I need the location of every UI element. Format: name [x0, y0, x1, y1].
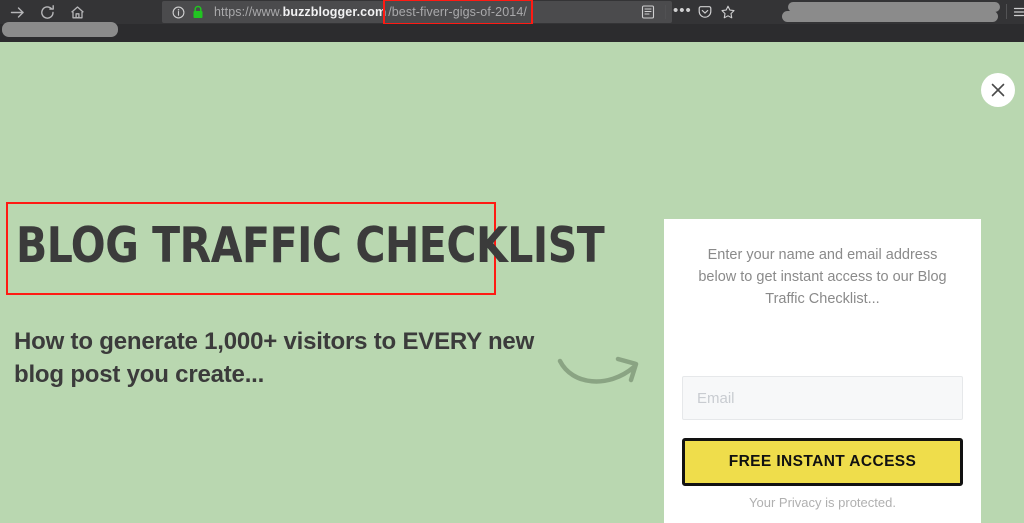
green-padlock-icon[interactable] — [192, 5, 204, 19]
url-path-highlighted: /best-fiverr-gigs-of-2014/ — [383, 0, 533, 25]
curved-arrow-right-icon — [556, 347, 652, 399]
red-annotation-box-headline: BLOG TRAFFIC CHECKLIST — [6, 202, 605, 295]
reload-icon — [39, 4, 56, 21]
optin-intro-text: Enter your name and email address below … — [698, 247, 947, 307]
forward-button[interactable] — [6, 1, 28, 23]
page-title: BLOG TRAFFIC CHECKLIST — [16, 217, 605, 274]
close-button[interactable] — [981, 73, 1015, 107]
toolbar-divider — [665, 5, 666, 19]
info-circle-icon[interactable] — [172, 6, 185, 19]
page-subtitle: How to generate 1,000+ visitors to EVERY… — [14, 328, 535, 388]
email-input[interactable] — [682, 376, 963, 420]
toolbar-divider-right — [1006, 4, 1007, 19]
privacy-note: Your Privacy is protected. — [749, 495, 896, 510]
hamburger-menu-icon[interactable] — [1012, 4, 1024, 20]
url-host: buzzblogger.com — [282, 5, 387, 19]
close-x-icon — [989, 81, 1007, 99]
home-icon — [69, 4, 86, 21]
url-scheme: https://www. — [214, 5, 283, 19]
pocket-icon[interactable] — [697, 4, 713, 20]
navigation-toolbar: https://www. buzzblogger.com/best-fiverr-… — [0, 0, 1024, 25]
url-bar[interactable]: https://www. buzzblogger.com/best-fiverr-… — [162, 0, 672, 25]
optin-form-card: Enter your name and email address below … — [664, 219, 981, 523]
page-actions-dots-icon[interactable]: ••• — [673, 3, 691, 20]
free-instant-access-button[interactable]: FREE INSTANT ACCESS — [682, 438, 963, 486]
url-path: /best-fiverr-gigs-of-2014/ — [388, 5, 527, 19]
reader-mode-icon[interactable] — [640, 4, 656, 20]
url-text[interactable]: https://www. buzzblogger.com/best-fiverr-… — [214, 0, 533, 25]
bookmarks-toolbar — [0, 22, 1024, 42]
reload-button[interactable] — [36, 1, 58, 23]
browser-chrome: https://www. buzzblogger.com/best-fiverr-… — [0, 0, 1024, 42]
forward-arrow-icon — [9, 4, 26, 21]
redacted-bookmark-item[interactable] — [2, 22, 118, 37]
home-button[interactable] — [66, 1, 88, 23]
bookmark-star-icon[interactable] — [720, 4, 736, 20]
redacted-toolbar-bar-2 — [782, 11, 998, 22]
page-content: BLOG TRAFFIC CHECKLIST How to generate 1… — [0, 42, 1024, 523]
browser-window: https://www. buzzblogger.com/best-fiverr-… — [0, 0, 1024, 523]
